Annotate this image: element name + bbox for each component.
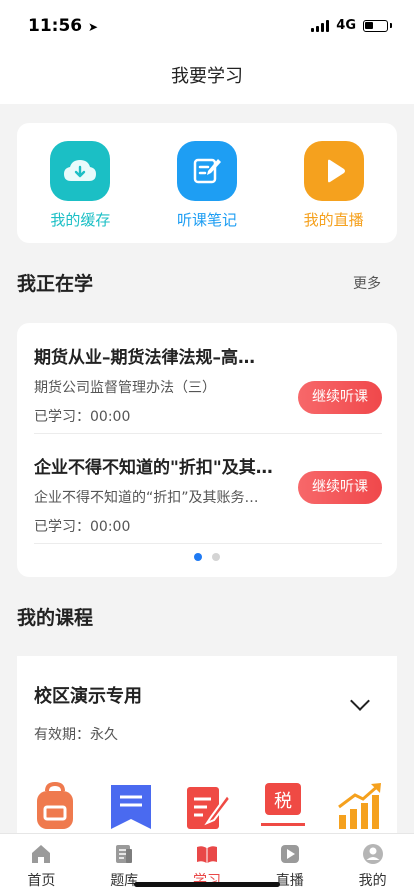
quick-action-notes[interactable]: 听课笔记 — [157, 141, 257, 243]
status-time: 11:56 ➤ — [28, 16, 99, 36]
tab-label: 我的 — [358, 873, 387, 889]
learning-item-subtitle: 企业不得不知道的“折扣”及其账务… — [34, 490, 259, 506]
network-label: 4G — [336, 18, 356, 33]
learning-item[interactable]: 期货从业–期货法律法规–高… 期货公司监督管理办法（三） 已学习：00:00 继… — [34, 343, 382, 426]
chevron-down-icon[interactable] — [350, 691, 370, 711]
quick-actions-card: 我的缓存 听课笔记 我的直播 — [17, 123, 397, 243]
quick-action-label: 我的直播 — [303, 211, 364, 229]
section-title-courses: 我的课程 — [17, 607, 94, 629]
home-indicator — [134, 882, 280, 887]
course-name: 校区演示专用 — [34, 686, 142, 707]
quick-action-label: 听课笔记 — [176, 211, 237, 229]
live-icon — [280, 845, 299, 863]
learning-item[interactable]: 企业不得不知道的"折扣"及其… 企业不得不知道的“折扣”及其账务… 已学习：00… — [34, 453, 382, 536]
tab-label: 学习 — [192, 873, 221, 889]
more-link[interactable]: 更多 — [353, 273, 381, 293]
tax-badge-label: 税 — [274, 791, 292, 812]
section-title-learning: 我正在学 — [17, 273, 94, 295]
growth-chart-icon[interactable] — [335, 781, 383, 829]
course-card[interactable]: 校区演示专用 有效期：永久 税 — [17, 656, 397, 856]
battery-icon — [363, 19, 388, 32]
profile-icon — [362, 844, 383, 864]
exam-paper-icon[interactable] — [183, 781, 232, 829]
question-bank-icon — [116, 845, 133, 863]
quick-action-label: 我的缓存 — [50, 211, 111, 229]
tab-label: 首页 — [27, 873, 56, 889]
quick-action-cache[interactable]: 我的缓存 — [30, 141, 130, 243]
continue-button[interactable]: 继续听课 — [298, 381, 382, 414]
learning-item-progress: 已学习：00:00 — [34, 519, 131, 535]
nav-bar: 我要学习 — [0, 50, 414, 104]
download-cloud-icon — [50, 141, 111, 201]
learning-card: 期货从业–期货法律法规–高… 期货公司监督管理办法（三） 已学习：00:00 继… — [17, 323, 397, 577]
signal-icon — [311, 19, 330, 32]
page-dot[interactable] — [212, 553, 220, 561]
quick-action-live[interactable]: 我的直播 — [284, 141, 384, 243]
divider — [34, 543, 382, 544]
learning-item-subtitle: 期货公司监督管理办法（三） — [34, 380, 216, 396]
note-edit-icon — [176, 141, 237, 201]
book-icon — [196, 846, 217, 863]
course-validity: 有效期：永久 — [34, 727, 118, 743]
location-arrow-icon: ➤ — [88, 20, 99, 34]
status-icons: 4G — [311, 18, 392, 33]
backpack-icon[interactable] — [31, 781, 79, 829]
status-bar: 11:56 ➤ 4G — [0, 0, 414, 50]
page-title: 我要学习 — [171, 66, 243, 87]
page-indicator — [17, 553, 397, 561]
course-tools: 税 — [17, 781, 397, 829]
divider — [34, 433, 382, 434]
tax-icon[interactable]: 税 — [259, 781, 307, 829]
learning-item-title: 期货从业–期货法律法规–高… — [34, 348, 255, 368]
tab-label: 直播 — [275, 873, 304, 889]
continue-button[interactable]: 继续听课 — [298, 471, 382, 504]
tab-profile[interactable]: 我的 — [338, 834, 408, 896]
learning-item-title: 企业不得不知道的"折扣"及其… — [34, 458, 273, 478]
tab-label: 题库 — [110, 873, 139, 889]
bookmark-icon[interactable] — [107, 781, 155, 829]
page-dot-active[interactable] — [194, 553, 202, 561]
tab-home[interactable]: 首页 — [6, 834, 76, 896]
play-icon — [303, 141, 364, 201]
home-icon — [32, 845, 51, 863]
